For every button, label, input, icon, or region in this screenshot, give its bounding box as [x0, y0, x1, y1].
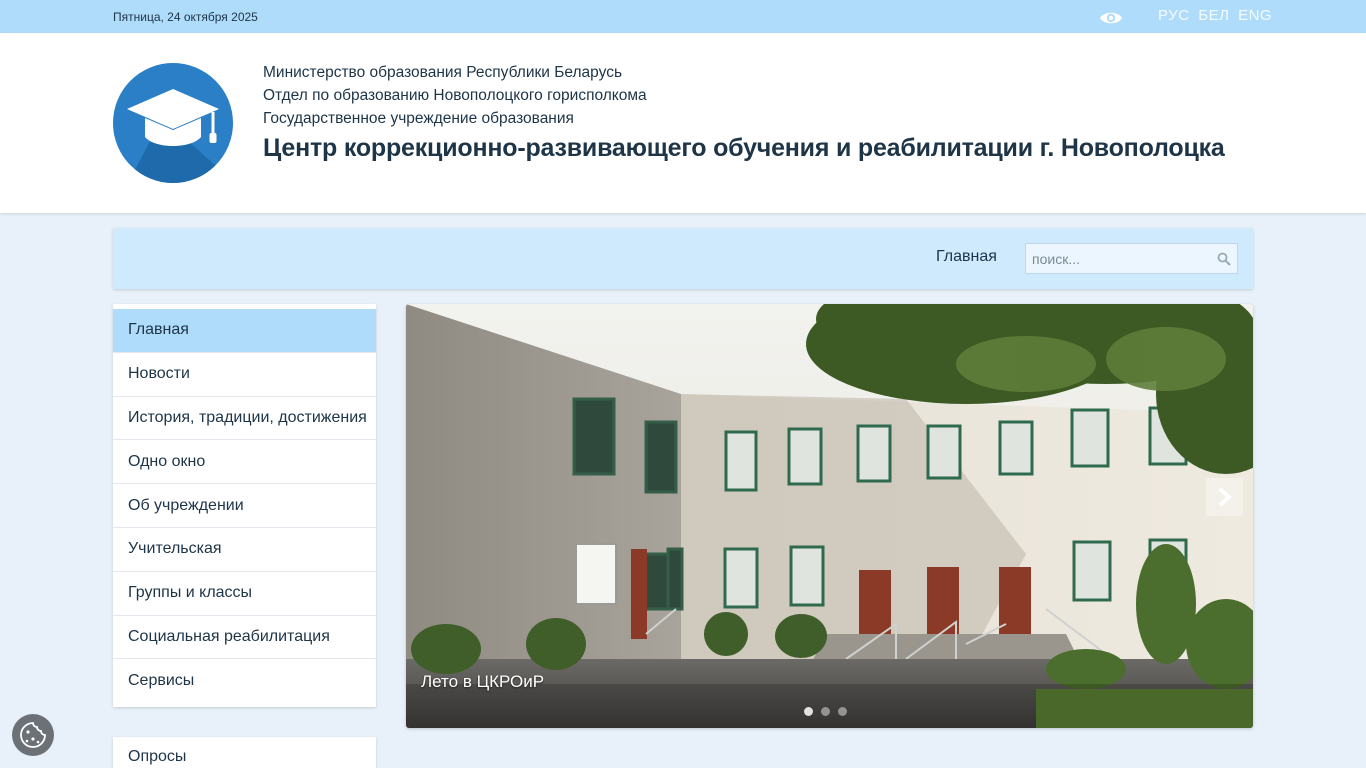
slider-dot[interactable] — [821, 707, 830, 716]
slider-dots — [804, 707, 847, 716]
cookie-settings-button[interactable] — [12, 714, 54, 756]
sidebar-item-home[interactable]: Главная — [113, 309, 376, 353]
lang-bel[interactable]: БЕЛ — [1198, 7, 1229, 24]
sidebar-item-one-window[interactable]: Одно окно — [113, 440, 376, 485]
chevron-right-icon — [1218, 487, 1233, 507]
slide-caption[interactable]: Лето в ЦКРОиР — [421, 672, 544, 692]
sidebar-item-services[interactable]: Сервисы — [113, 659, 376, 703]
graduation-cap-icon[interactable] — [113, 63, 233, 183]
polls-title[interactable]: Опросы — [128, 748, 186, 765]
sidebar-item-groups[interactable]: Группы и классы — [113, 572, 376, 616]
lang-rus[interactable]: РУС — [1158, 7, 1190, 24]
institution-type-line: Государственное учреждение образования — [263, 110, 574, 127]
slider-dot[interactable] — [804, 707, 813, 716]
image-slider: Лето в ЦКРОиР — [406, 304, 1253, 728]
search-input[interactable] — [1026, 244, 1211, 273]
top-bar: Пятница, 24 октября 2025 РУС БЕЛ ENG — [0, 0, 1366, 33]
eye-icon[interactable] — [1099, 9, 1123, 27]
site-title[interactable]: Центр коррекционно-развивающего обучения… — [263, 134, 1225, 163]
slider-dot[interactable] — [838, 707, 847, 716]
search-box — [1025, 243, 1238, 274]
nav-home-link[interactable]: Главная — [936, 248, 997, 266]
lang-eng[interactable]: ENG — [1238, 7, 1272, 24]
sidebar-menu: Главная Новости История, традиции, дости… — [113, 304, 376, 707]
polls-widget: Опросы — [113, 737, 376, 768]
sidebar-item-social-rehab[interactable]: Социальная реабилитация — [113, 616, 376, 660]
current-date: Пятница, 24 октября 2025 — [113, 10, 258, 24]
sidebar-item-teachers-room[interactable]: Учительская — [113, 528, 376, 572]
slider-next-button[interactable] — [1206, 478, 1243, 516]
department-line: Отдел по образованию Новополоцкого горис… — [263, 87, 647, 104]
search-icon[interactable] — [1217, 252, 1231, 266]
sidebar-item-history[interactable]: История, традиции, достижения — [113, 397, 376, 441]
cookie-icon — [20, 722, 46, 748]
language-switcher: РУС БЕЛ ENG — [1158, 7, 1276, 24]
sidebar-item-about[interactable]: Об учреждении — [113, 484, 376, 528]
site-header: Министерство образования Республики Бела… — [0, 33, 1366, 213]
sidebar-item-news[interactable]: Новости — [113, 353, 376, 397]
ministry-line: Министерство образования Республики Бела… — [263, 64, 623, 81]
slide-photo — [406, 304, 1253, 728]
main-navbar: Главная — [113, 228, 1253, 289]
